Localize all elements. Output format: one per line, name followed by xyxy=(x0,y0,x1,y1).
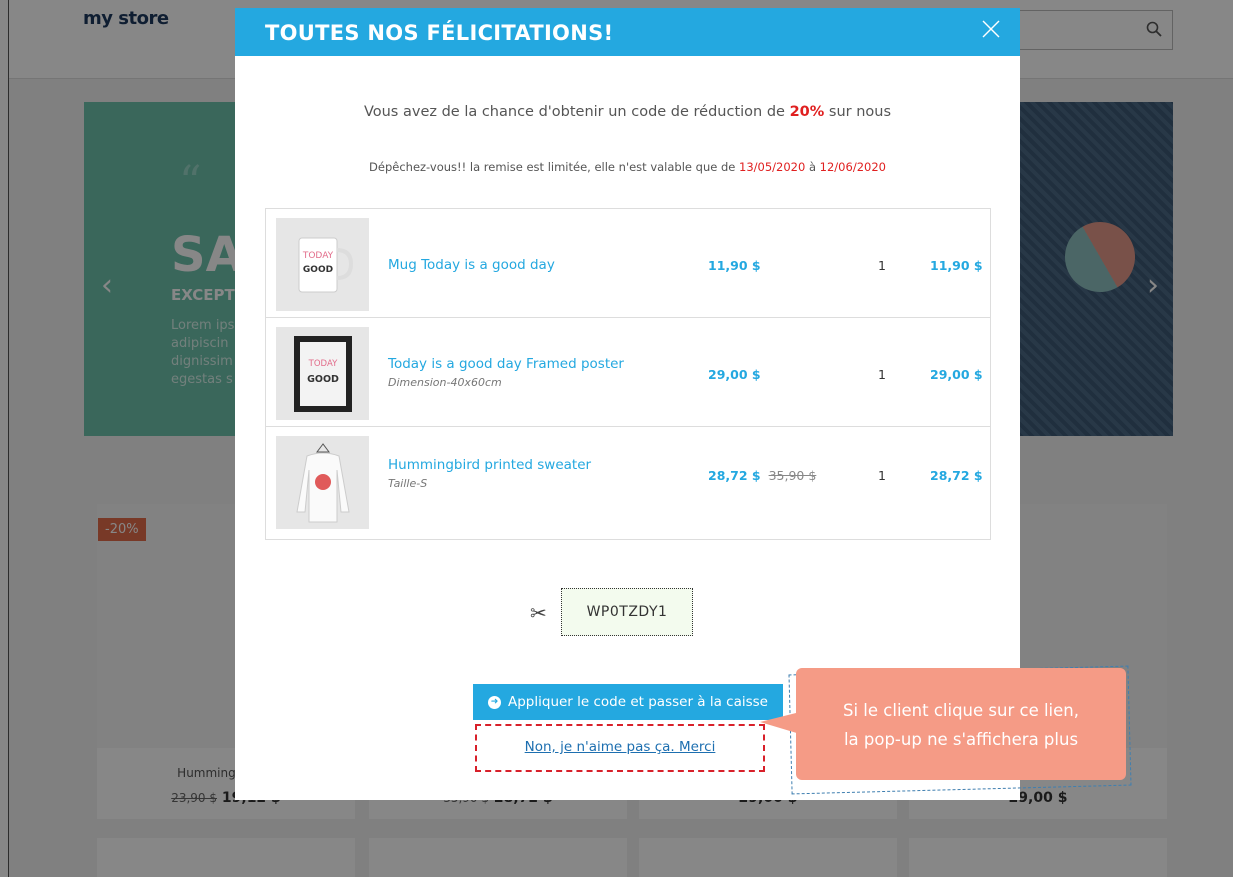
svg-text:GOOD: GOOD xyxy=(302,265,332,275)
popup-title: TOUTES NOS FÉLICITATIONS! xyxy=(265,21,614,45)
item-price: 11,90 $ xyxy=(708,258,761,273)
callout-pointer xyxy=(760,712,800,734)
svg-text:TODAY: TODAY xyxy=(301,251,333,261)
cart-items-table: TODAY GOOD Mug Today is a good day 11,90 … xyxy=(265,208,991,540)
item-name-link[interactable]: Mug Today is a good day xyxy=(388,257,555,273)
product-thumbnail[interactable]: TODAY GOOD xyxy=(276,218,369,311)
item-name-link[interactable]: Today is a good day Framed poster xyxy=(388,356,624,372)
mug-image: TODAY GOOD xyxy=(298,237,353,292)
callout-line-1: Si le client clique sur ce lien, xyxy=(843,701,1079,720)
validity-text: Dépêchez-vous!! la remise est limitée, e… xyxy=(369,160,740,174)
svg-text:GOOD: GOOD xyxy=(307,374,339,385)
date-to: 12/06/2020 xyxy=(819,160,886,174)
item-price: 28,72 $ 35,90 $ xyxy=(708,468,816,483)
item-total: 28,72 $ xyxy=(930,468,983,483)
discount-message-text: Vous avez de la chance d'obtenir un code… xyxy=(363,104,790,120)
item-qty: 1 xyxy=(878,367,886,382)
item-total: 29,00 $ xyxy=(930,367,983,382)
item-attribute: Taille-S xyxy=(388,477,428,490)
item-price: 29,00 $ xyxy=(708,367,761,382)
item-total: 11,90 $ xyxy=(930,258,983,273)
apply-code-label: Appliquer le code et passer à la caisse xyxy=(508,694,768,710)
decline-link[interactable]: Non, je n'aime pas ça. Merci xyxy=(477,739,763,755)
table-row: Hummingbird printed sweater Taille-S 28,… xyxy=(266,427,990,535)
validity-message: Dépêchez-vous!! la remise est limitée, e… xyxy=(235,160,1020,174)
item-qty: 1 xyxy=(878,258,886,273)
item-name-link[interactable]: Hummingbird printed sweater xyxy=(388,457,591,473)
item-old-price: 35,90 $ xyxy=(768,468,817,483)
item-attribute: Dimension-40x60cm xyxy=(388,376,502,389)
apply-code-button[interactable]: ➜ Appliquer le code et passer à la caisse xyxy=(473,684,783,720)
sweater-image xyxy=(295,442,350,522)
table-row: TODAY GOOD Mug Today is a good day 11,90 … xyxy=(266,209,990,318)
table-row: TODAY GOOD Today is a good day Framed pos… xyxy=(266,318,990,427)
annotation-callout: Si le client clique sur ce lien, la pop-u… xyxy=(796,668,1126,780)
item-sale-price: 28,72 $ xyxy=(708,468,761,483)
date-from: 13/05/2020 xyxy=(739,160,806,174)
product-thumbnail[interactable] xyxy=(276,436,369,529)
coupon-code[interactable]: WP0TZDY1 xyxy=(561,588,693,636)
discount-percent: 20% xyxy=(789,104,825,120)
popup-header: TOUTES NOS FÉLICITATIONS! xyxy=(235,8,1020,56)
svg-text:TODAY: TODAY xyxy=(307,359,337,369)
scissors-icon: ✂ xyxy=(530,601,547,625)
product-thumbnail[interactable]: TODAY GOOD xyxy=(276,327,369,420)
decline-highlight: Non, je n'aime pas ça. Merci xyxy=(475,724,765,772)
discount-message-suffix: sur nous xyxy=(824,104,892,120)
poster-image: TODAY GOOD xyxy=(293,335,352,412)
callout-line-2: la pop-up ne s'affichera plus xyxy=(843,730,1079,749)
close-icon[interactable] xyxy=(982,18,1000,42)
arrow-circle-icon: ➜ xyxy=(488,695,501,709)
validity-separator: à xyxy=(805,160,820,174)
item-qty: 1 xyxy=(878,468,886,483)
callout-text: Si le client clique sur ce lien, la pop-u… xyxy=(806,696,1116,754)
discount-message: Vous avez de la chance d'obtenir un code… xyxy=(235,104,1020,120)
